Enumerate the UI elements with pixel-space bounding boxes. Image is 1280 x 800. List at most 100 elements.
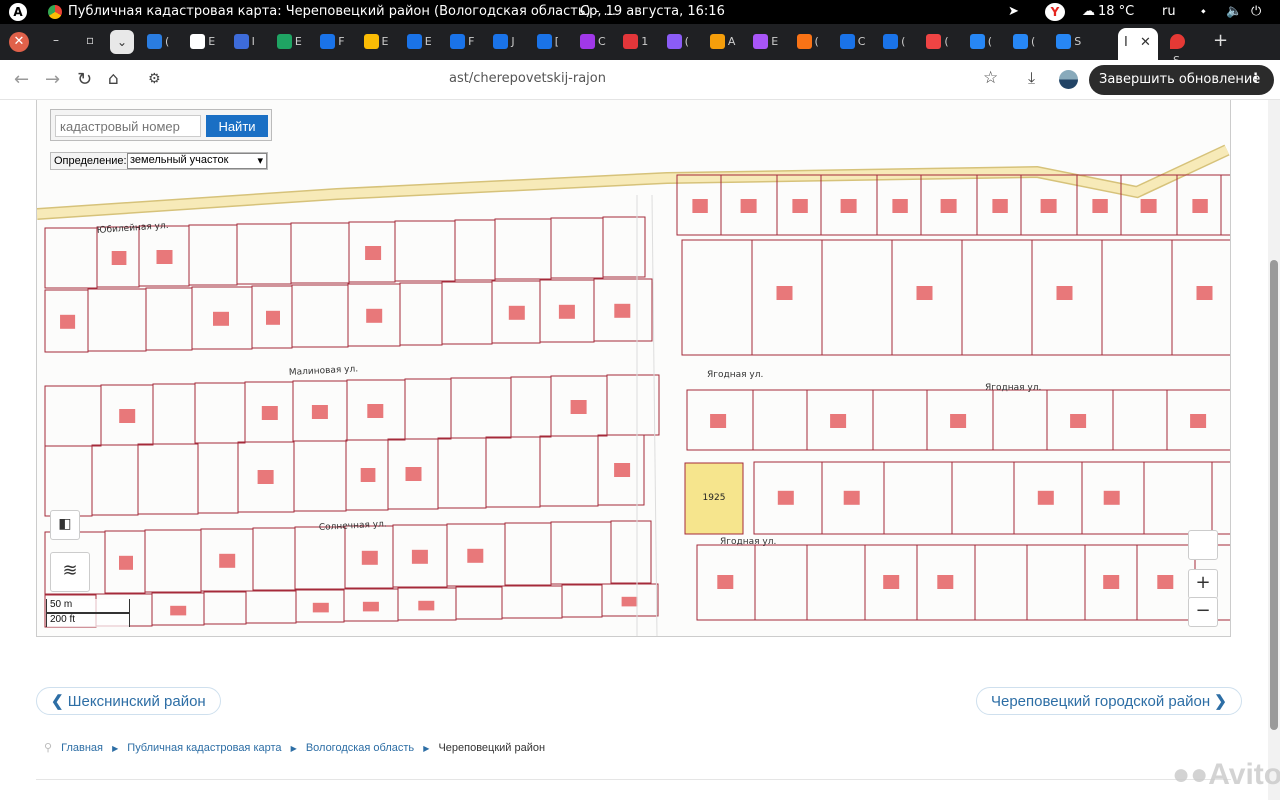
definition-label: Определение: xyxy=(54,155,127,167)
tab-12[interactable]: ( xyxy=(666,34,697,50)
tab-15[interactable]: ( xyxy=(796,34,827,50)
bookmark-star-icon[interactable]: ☆ xyxy=(983,68,998,88)
next-region-button[interactable]: Череповецкий городской район ❯ xyxy=(976,687,1242,715)
finish-update-button[interactable]: Завершить обновление ⋮ xyxy=(1089,65,1274,95)
layers-icon[interactable]: ≋ xyxy=(50,552,90,592)
tab-title: ( xyxy=(987,35,992,48)
prev-region-label: Шекснинский район xyxy=(67,693,206,710)
tab-7[interactable]: F xyxy=(450,34,480,50)
tab-16[interactable]: C xyxy=(839,34,870,50)
building xyxy=(156,250,173,264)
os-logo-icon[interactable]: A xyxy=(9,3,27,21)
tab-maps[interactable]: S xyxy=(1170,34,1200,67)
measure-icon[interactable]: ◧ xyxy=(50,510,80,540)
page-scrollbar[interactable] xyxy=(1268,100,1280,800)
tab-5[interactable]: E xyxy=(363,34,394,50)
tab-6[interactable]: E xyxy=(406,34,437,50)
chevron-down-icon: ▾ xyxy=(257,155,263,167)
window-minimize-icon[interactable]: – xyxy=(53,33,59,47)
window-maximize-icon[interactable]: ▫ xyxy=(86,33,94,47)
definition-select[interactable]: земельный участок ▾ xyxy=(127,153,267,169)
volume-icon[interactable]: 🔈 xyxy=(1226,4,1242,19)
tab-favicon-icon xyxy=(969,34,985,49)
building xyxy=(916,286,933,300)
footer-divider xyxy=(36,779,1231,780)
tab-19[interactable]: ( xyxy=(969,34,1000,50)
tab-1[interactable]: E xyxy=(190,34,220,50)
tab-21[interactable]: S xyxy=(1056,34,1086,50)
tab-0[interactable]: ( xyxy=(147,34,177,50)
new-tab-button[interactable]: + xyxy=(1213,30,1228,51)
tab-favicon-icon xyxy=(753,34,769,49)
breadcrumb: ⚲ Главная ▶ Публичная кадастровая карта … xyxy=(44,741,545,754)
tab-8[interactable]: J xyxy=(493,34,523,50)
reload-icon[interactable]: ↻ xyxy=(77,69,92,90)
building xyxy=(213,311,229,326)
selected-parcel-label[interactable]: 1925 xyxy=(703,493,726,503)
breadcrumb-region[interactable]: Вологодская область xyxy=(306,742,414,754)
site-info-icon[interactable]: ⚙ xyxy=(148,71,161,87)
tab-3[interactable]: E xyxy=(276,34,307,50)
next-region-label: Череповецкий городской район xyxy=(991,693,1211,710)
breadcrumb-separator-icon: ▶ xyxy=(423,744,430,753)
tab-14[interactable]: E xyxy=(753,34,783,50)
home-icon[interactable]: ⌂ xyxy=(108,69,119,89)
zoom-out-button[interactable]: − xyxy=(1188,597,1218,627)
tab-title: ( xyxy=(684,35,689,48)
cadastral-number-input[interactable] xyxy=(55,115,201,137)
breadcrumb-home[interactable]: Главная xyxy=(61,742,103,754)
language-indicator[interactable]: ru xyxy=(1162,4,1176,19)
forward-icon[interactable]: → xyxy=(45,69,60,90)
zoom-in-button[interactable]: + xyxy=(1188,569,1218,599)
tab-title: C xyxy=(857,35,866,48)
prev-region-button[interactable]: ❮ Шекснинский район xyxy=(36,687,221,715)
tab-11[interactable]: 1 xyxy=(623,34,653,50)
profile-avatar[interactable] xyxy=(1059,70,1078,89)
scrollbar-thumb[interactable] xyxy=(1270,260,1278,730)
tab-close-icon[interactable]: ✕ xyxy=(1140,35,1151,50)
tab-favicon-icon xyxy=(493,34,509,49)
tab-9[interactable]: [ xyxy=(536,34,567,50)
building xyxy=(792,199,808,213)
fullscreen-button[interactable] xyxy=(1188,530,1218,560)
building xyxy=(257,470,274,484)
cadastral-map[interactable]: 1925 Юбилейная ул. Малиновая ул. Солнечн… xyxy=(36,100,1231,637)
building xyxy=(777,490,794,505)
building xyxy=(1157,575,1174,589)
building xyxy=(937,575,954,589)
breadcrumb-separator-icon: ▶ xyxy=(112,744,119,753)
find-button[interactable]: Найти xyxy=(206,115,268,137)
navigation-icon[interactable]: ➤ xyxy=(1008,4,1019,19)
tab-4[interactable]: F xyxy=(320,34,350,50)
more-menu-icon[interactable]: ⋮ xyxy=(1249,71,1262,86)
tab-favicon-icon xyxy=(406,34,422,49)
map-canvas[interactable]: 1925 Юбилейная ул. Малиновая ул. Солнечн… xyxy=(37,100,1231,637)
power-icon[interactable]: ⏻ xyxy=(1251,4,1261,19)
tab-favicon-icon xyxy=(190,34,206,49)
url-text[interactable]: ast/cherepovetskij-rajon xyxy=(449,71,606,86)
back-icon[interactable]: ← xyxy=(14,69,29,90)
tab-2[interactable]: I xyxy=(233,34,264,50)
tab-18[interactable]: ( xyxy=(926,34,956,50)
yandex-icon[interactable]: Y xyxy=(1045,3,1065,21)
tab-search-button[interactable]: ⌄ xyxy=(110,30,134,54)
clock[interactable]: Ср, 19 августа, 16:16 xyxy=(580,4,725,19)
breadcrumb-map[interactable]: Публичная кадастровая карта xyxy=(127,742,281,754)
network-icon[interactable]: ⬩ xyxy=(1201,4,1206,19)
weather-text[interactable]: 18 °C xyxy=(1098,4,1134,19)
window-close-icon[interactable]: ✕ xyxy=(9,32,29,52)
building xyxy=(1040,199,1057,213)
tab-favicon-icon xyxy=(233,34,249,49)
download-icon[interactable]: ⤓ xyxy=(1028,68,1035,88)
building xyxy=(1190,414,1207,428)
building xyxy=(1056,286,1073,300)
address-bar[interactable]: ⚙ ast/cherepovetskij-rajon ☆ xyxy=(138,65,1013,95)
breadcrumb-current: Череповецкий район xyxy=(438,742,546,754)
tab-13[interactable]: A xyxy=(709,34,740,50)
tab-title: E xyxy=(771,35,779,48)
tab-active[interactable]: I ✕ xyxy=(1118,28,1158,60)
street-yagodnaya-1: Ягодная ул. xyxy=(707,370,763,380)
tab-10[interactable]: C xyxy=(580,34,610,50)
tab-17[interactable]: ( xyxy=(883,34,913,50)
tab-20[interactable]: ( xyxy=(1013,34,1043,50)
